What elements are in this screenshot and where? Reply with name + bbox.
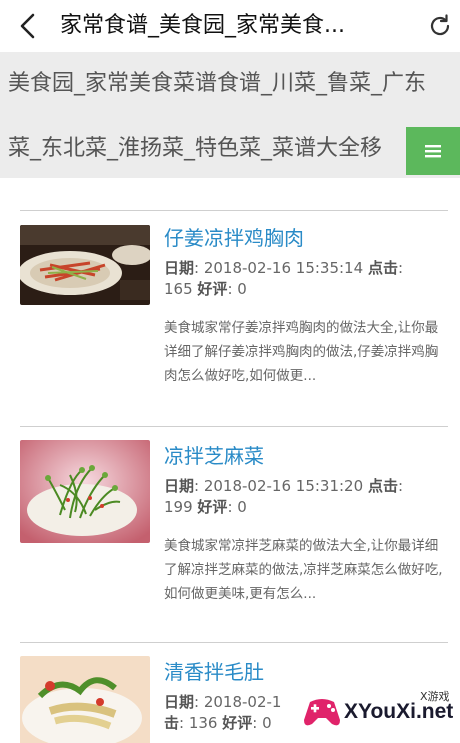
article-description: 美食城家常仔姜凉拌鸡胸肉的做法大全,让你最详细了解仔姜凉拌鸡胸肉的做法,仔姜凉拌…: [164, 320, 439, 384]
food-image: [20, 440, 150, 543]
date-value: : 2018-02-1: [194, 693, 282, 711]
article-thumbnail[interactable]: [20, 656, 150, 743]
hamburger-menu-icon: [425, 145, 441, 158]
food-image: [20, 656, 150, 743]
rating-value: : 0: [227, 498, 247, 516]
site-banner-line-2: 菜_东北菜_淮扬菜_特色菜_菜谱大全移: [8, 136, 383, 161]
article-thumbnail[interactable]: [20, 440, 150, 543]
divider: [20, 426, 448, 427]
date-label: 日期: [164, 693, 195, 711]
clicks-value: : 136: [179, 714, 218, 732]
rating-label: 好评: [197, 498, 228, 516]
list-item[interactable]: 凉拌芝麻菜 日期: 2018-02-16 15:31:20 点击: 199 好评…: [0, 440, 460, 640]
article-title[interactable]: 凉拌芝麻菜: [164, 440, 264, 469]
clicks-label: 点击: [367, 259, 398, 277]
watermark-text: XYouXi.net: [344, 700, 454, 723]
date-label: 日期: [164, 477, 195, 495]
rating-value: : 0: [227, 280, 247, 298]
page-title: 家常食谱_美食园_家常美食...: [60, 13, 345, 38]
rating-label: 好评: [197, 280, 228, 298]
gamepad-logo-icon: [304, 699, 340, 726]
refresh-button[interactable]: [424, 10, 456, 42]
article-meta: 日期: 2018-02-16 15:31:20 点击: 199 好评: 0: [164, 476, 434, 518]
article-description: 美食城家常凉拌芝麻菜的做法大全,让你最详细了解凉拌芝麻菜的做法,凉拌芝麻菜怎么做…: [164, 538, 443, 602]
date-label: 日期: [164, 259, 195, 277]
menu-button[interactable]: [406, 127, 460, 175]
watermark: X游戏 XYouXi.net: [290, 686, 458, 738]
article-thumbnail[interactable]: [20, 225, 150, 305]
top-bar: 家常食谱_美食园_家常美食...: [0, 0, 460, 52]
food-image: [20, 225, 150, 305]
article-meta: 日期: 2018-02-16 15:35:14 点击: 165 好评: 0: [164, 258, 434, 300]
back-button[interactable]: [12, 10, 44, 42]
back-arrow-icon: [20, 13, 35, 39]
divider: [20, 642, 448, 643]
site-banner-line-1: 美食园_家常美食菜谱食谱_川菜_鲁菜_广东: [8, 71, 427, 96]
article-title[interactable]: 仔姜凉拌鸡胸肉: [164, 222, 304, 251]
rating-value: : 0: [252, 714, 272, 732]
divider: [20, 210, 448, 211]
rating-label: 好评: [222, 714, 253, 732]
article-title[interactable]: 清香拌毛肚: [164, 656, 264, 685]
clicks-label: 点击: [367, 477, 398, 495]
date-value: : 2018-02-16 15:35:14: [194, 259, 364, 277]
clicks-label: 击: [164, 714, 180, 732]
date-value: : 2018-02-16 15:31:20: [194, 477, 364, 495]
refresh-icon: [430, 14, 450, 36]
list-item[interactable]: 仔姜凉拌鸡胸肉 日期: 2018-02-16 15:35:14 点击: 165 …: [0, 222, 460, 422]
site-banner: 美食园_家常美食菜谱食谱_川菜_鲁菜_广东 菜_东北菜_淮扬菜_特色菜_菜谱大全…: [0, 52, 460, 178]
